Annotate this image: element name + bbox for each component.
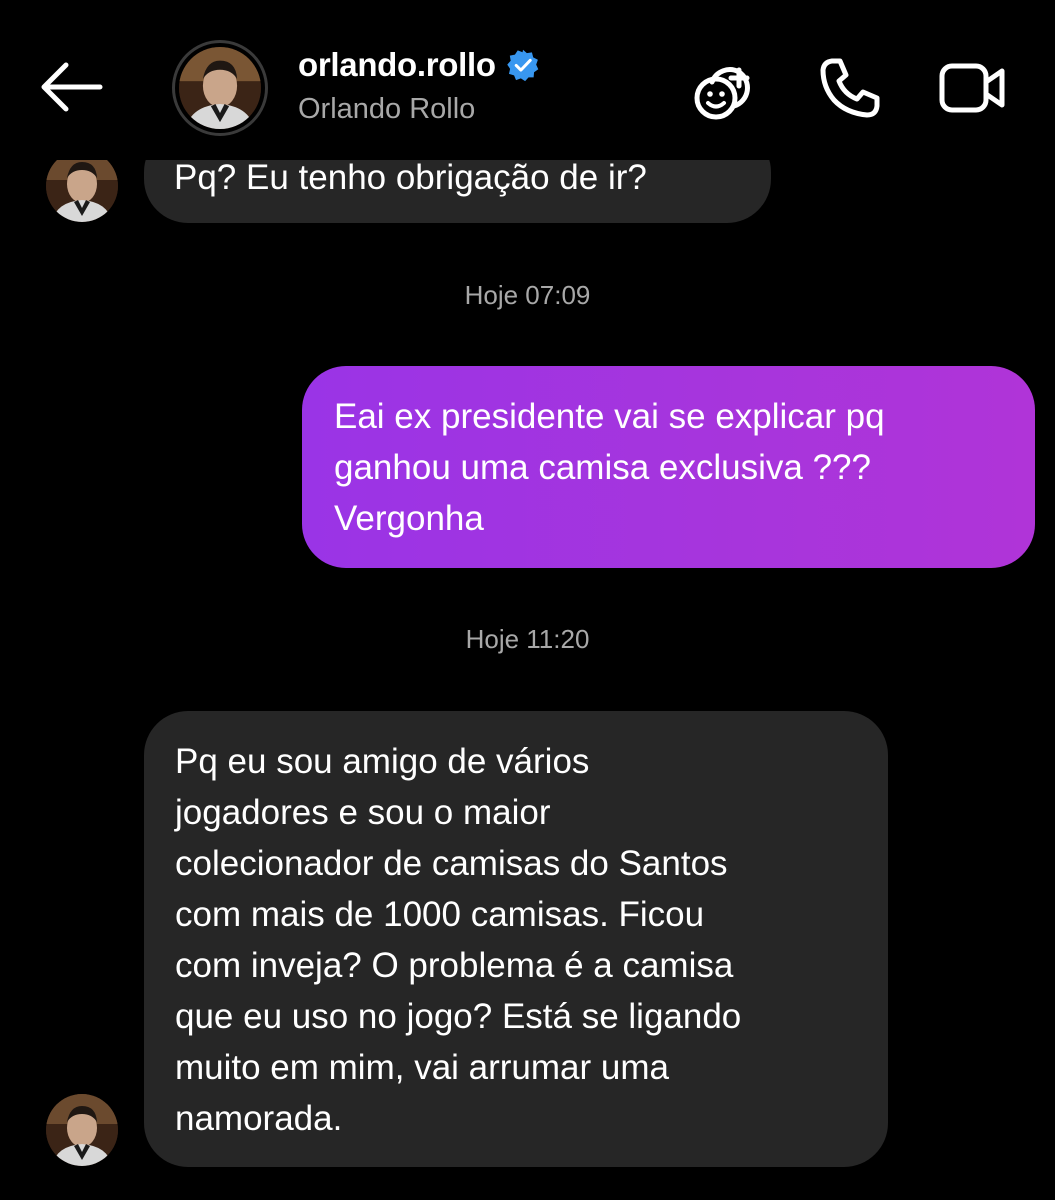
sender-avatar[interactable] xyxy=(46,1094,118,1166)
video-call-button[interactable] xyxy=(938,60,1008,116)
profile-photo xyxy=(179,47,261,129)
message-text: Pq eu sou amigo de vários xyxy=(175,742,590,781)
phone-icon xyxy=(820,58,880,118)
message-timestamp: Hoje 07:09 xyxy=(464,280,591,310)
header-avatar[interactable] xyxy=(172,40,268,136)
message-text: com inveja? O problema é a camisa xyxy=(175,946,734,985)
message-text: com mais de 1000 camisas. Ficou xyxy=(175,895,705,934)
back-button[interactable] xyxy=(38,62,104,112)
sender-avatar[interactable] xyxy=(46,150,118,222)
effects-button[interactable] xyxy=(692,56,760,122)
message-text: colecionador de camisas do Santos xyxy=(175,844,728,883)
message-text: Vergonha xyxy=(334,499,484,538)
message-bubble-outgoing[interactable]: Eai ex presidente vai se explicar pq gan… xyxy=(302,366,1035,568)
profile-photo xyxy=(46,150,118,222)
username: orlando.rollo xyxy=(298,46,496,83)
username-row[interactable]: orlando.rollo xyxy=(298,46,540,84)
message-timestamp: Hoje 11:20 xyxy=(465,624,590,654)
chat-header: orlando.rollo Orlando Rollo xyxy=(0,0,1055,160)
message-text: Eai ex presidente vai se explicar pq xyxy=(334,397,885,436)
message-text: namorada. xyxy=(175,1099,343,1138)
profile-photo xyxy=(46,1094,118,1166)
message-bubble-incoming[interactable]: Pq eu sou amigo de vários jogadores e so… xyxy=(144,711,888,1167)
effects-icon xyxy=(694,67,750,120)
message-text: muito em mim, vai arrumar uma xyxy=(175,1048,669,1087)
audio-call-button[interactable] xyxy=(818,56,882,120)
video-camera-icon xyxy=(939,63,1005,113)
verified-badge-icon xyxy=(507,49,539,82)
message-text: ganhou uma camisa exclusiva ??? xyxy=(334,448,871,487)
message-text: jogadores e sou o maior xyxy=(175,793,551,832)
message-text: que eu uso no jogo? Está se ligando xyxy=(175,997,742,1036)
display-name: Orlando Rollo xyxy=(298,93,476,125)
back-arrow-icon xyxy=(41,62,103,112)
